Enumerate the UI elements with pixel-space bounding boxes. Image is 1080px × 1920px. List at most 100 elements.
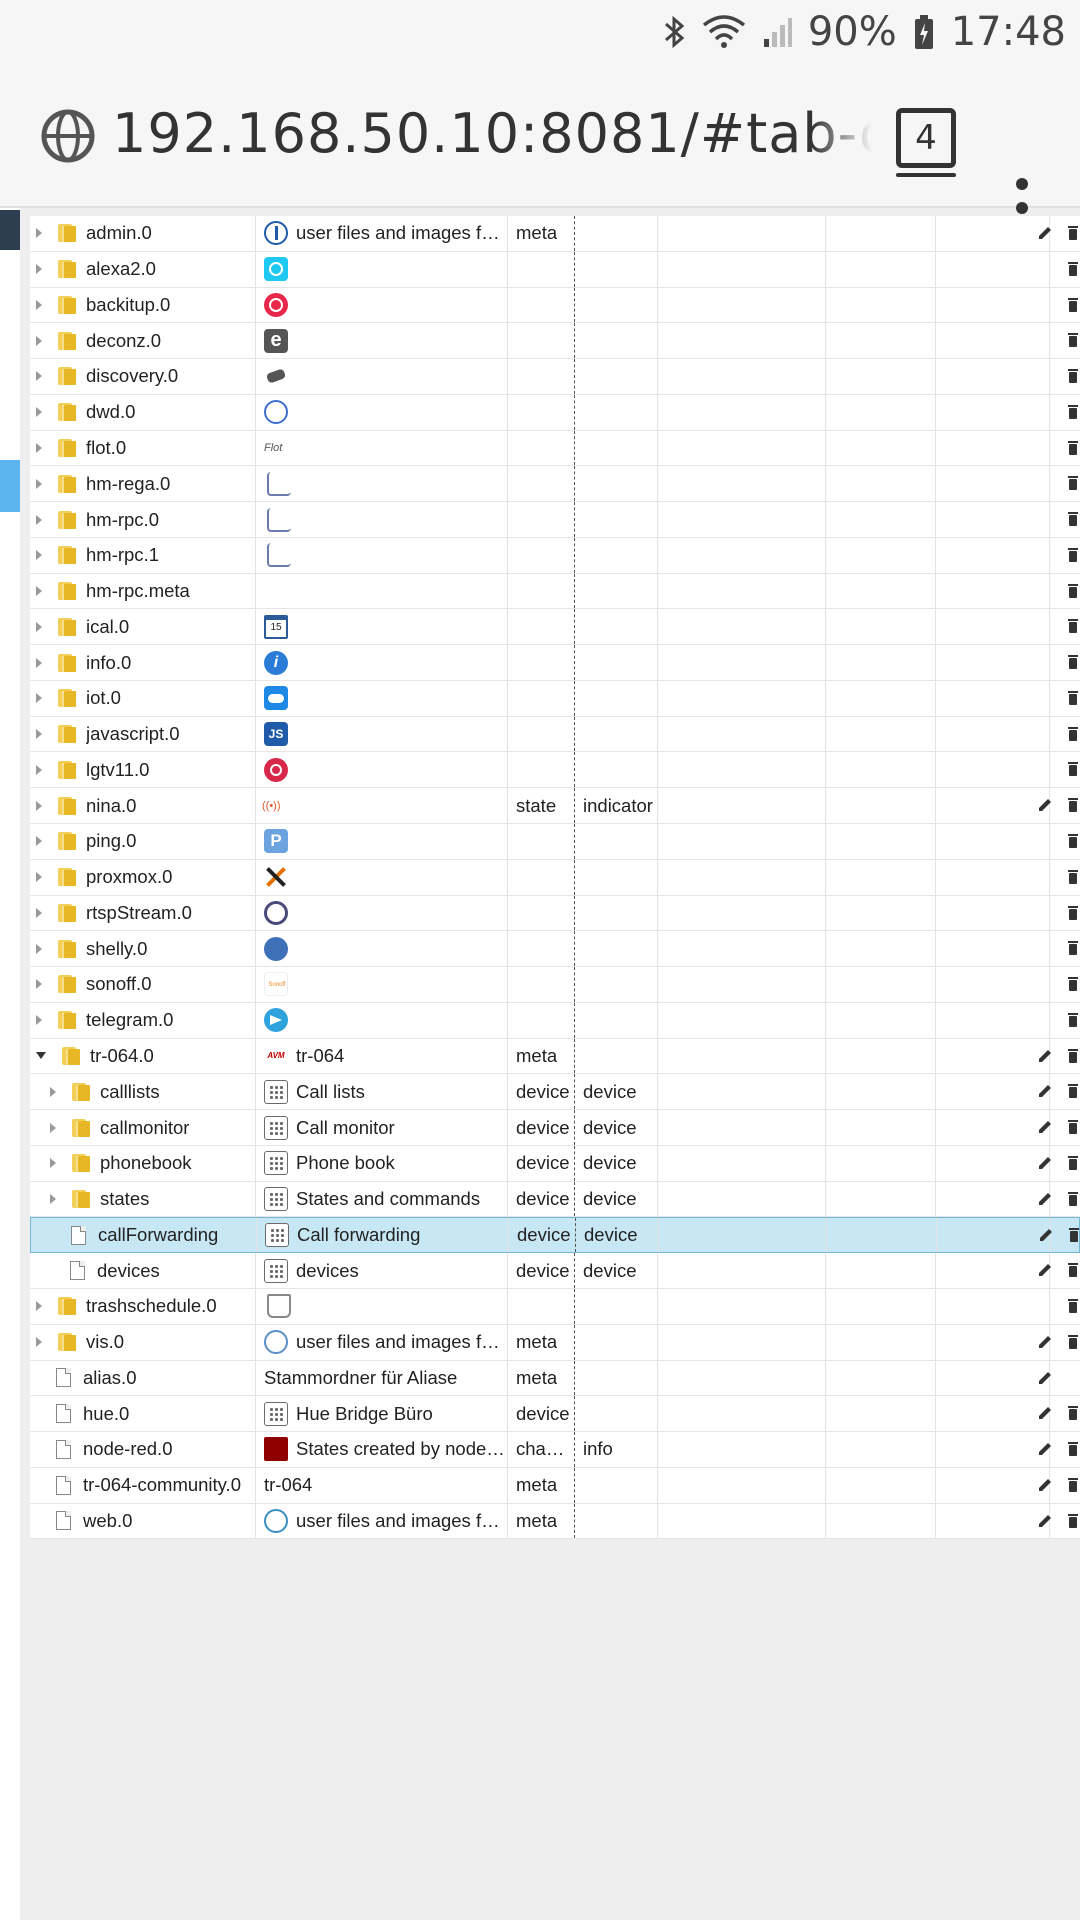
delete-icon[interactable] xyxy=(1064,1476,1080,1494)
table-row[interactable]: discovery.0 xyxy=(30,359,1080,395)
delete-icon[interactable] xyxy=(1064,1440,1080,1458)
tree-cell[interactable]: vis.0 xyxy=(30,1324,256,1360)
tree-cell[interactable]: web.0 xyxy=(30,1503,256,1539)
tree-cell[interactable]: callForwarding xyxy=(31,1218,257,1253)
table-row[interactable]: ping.0 xyxy=(30,824,1080,860)
edit-icon[interactable] xyxy=(1036,1512,1054,1530)
tree-cell[interactable]: dwd.0 xyxy=(30,394,256,430)
expand-toggle-icon[interactable] xyxy=(50,1086,56,1097)
expand-toggle-icon[interactable] xyxy=(36,729,42,740)
tree-cell[interactable]: flot.0 xyxy=(30,430,256,466)
delete-icon[interactable] xyxy=(1064,439,1080,457)
tree-cell[interactable]: rtspStream.0 xyxy=(30,895,256,931)
tree-cell[interactable]: tr-064.0 xyxy=(30,1038,256,1074)
url-field[interactable]: 192.168.50.10:8081/#tab-object xyxy=(112,102,872,170)
table-row[interactable]: backitup.0 xyxy=(30,287,1080,324)
tree-cell[interactable]: telegram.0 xyxy=(30,1002,256,1038)
table-row[interactable]: hm-rpc.1 xyxy=(30,537,1080,574)
tree-cell[interactable]: alias.0 xyxy=(30,1360,256,1396)
delete-icon[interactable] xyxy=(1064,1261,1080,1279)
expand-toggle-icon[interactable] xyxy=(36,1337,42,1348)
tree-cell[interactable]: javascript.0 xyxy=(30,716,256,752)
expand-toggle-icon[interactable] xyxy=(36,299,42,310)
expand-toggle-icon[interactable] xyxy=(36,1301,42,1312)
edit-icon[interactable] xyxy=(1036,224,1054,242)
tree-cell[interactable]: ping.0 xyxy=(30,824,256,859)
tree-cell[interactable]: devices xyxy=(30,1253,256,1288)
table-row[interactable]: proxmox.0 xyxy=(30,859,1080,896)
delete-icon[interactable] xyxy=(1064,653,1080,671)
delete-icon[interactable] xyxy=(1064,1118,1080,1136)
expand-toggle-icon[interactable] xyxy=(36,550,42,561)
delete-icon[interactable] xyxy=(1064,1297,1080,1315)
delete-icon[interactable] xyxy=(1064,1082,1080,1100)
edit-icon[interactable] xyxy=(1036,1404,1054,1422)
delete-icon[interactable] xyxy=(1064,1011,1080,1029)
delete-icon[interactable] xyxy=(1064,1047,1080,1065)
tree-cell[interactable]: node-red.0 xyxy=(30,1432,256,1467)
table-row[interactable]: hue.0 Hue Bridge Büro device xyxy=(30,1396,1080,1433)
tree-cell[interactable]: hm-rpc.0 xyxy=(30,502,256,537)
delete-icon[interactable] xyxy=(1064,904,1080,922)
table-row[interactable]: lgtv11.0 xyxy=(30,752,1080,789)
table-row[interactable]: tr-064-community.0 tr-064 meta xyxy=(30,1467,1080,1504)
expand-toggle-icon[interactable] xyxy=(36,657,42,668)
tree-cell[interactable]: alexa2.0 xyxy=(30,251,256,287)
delete-icon[interactable] xyxy=(1064,260,1080,278)
tree-cell[interactable]: calllists xyxy=(30,1074,256,1110)
expand-toggle-icon[interactable] xyxy=(36,228,42,239)
delete-icon[interactable] xyxy=(1064,1404,1080,1422)
edit-icon[interactable] xyxy=(1036,1047,1054,1065)
table-row[interactable]: deconz.0 xyxy=(30,323,1080,360)
table-row[interactable]: alias.0 Stammordner für Aliase meta xyxy=(30,1360,1080,1397)
delete-icon[interactable] xyxy=(1064,510,1080,528)
expand-toggle-icon[interactable] xyxy=(36,693,42,704)
expand-toggle-icon[interactable] xyxy=(50,1158,56,1169)
table-row[interactable]: web.0 user files and images for web meta xyxy=(30,1503,1080,1540)
delete-icon[interactable] xyxy=(1064,796,1080,814)
expand-toggle-icon[interactable] xyxy=(36,478,42,489)
expand-toggle-icon[interactable] xyxy=(36,872,42,883)
delete-icon[interactable] xyxy=(1064,975,1080,993)
table-row[interactable]: info.0 xyxy=(30,645,1080,681)
edit-icon[interactable] xyxy=(1036,796,1054,814)
table-row[interactable]: iot.0 xyxy=(30,680,1080,717)
tree-cell[interactable]: callmonitor xyxy=(30,1110,256,1145)
expand-toggle-icon[interactable] xyxy=(36,1015,42,1026)
tree-cell[interactable]: shelly.0 xyxy=(30,931,256,967)
expand-toggle-icon[interactable] xyxy=(36,442,42,453)
delete-icon[interactable] xyxy=(1064,403,1080,421)
table-row[interactable]: rtspStream.0 xyxy=(30,895,1080,932)
tree-cell[interactable]: backitup.0 xyxy=(30,287,256,323)
expand-toggle-icon[interactable] xyxy=(36,586,42,597)
expand-toggle-icon[interactable] xyxy=(36,335,42,346)
delete-icon[interactable] xyxy=(1064,760,1080,778)
edit-icon[interactable] xyxy=(1037,1226,1055,1244)
tree-cell[interactable]: sonoff.0 xyxy=(30,967,256,1002)
edit-icon[interactable] xyxy=(1036,1082,1054,1100)
table-row[interactable]: trashschedule.0 xyxy=(30,1288,1080,1325)
expand-toggle-icon[interactable] xyxy=(36,407,42,418)
delete-icon[interactable] xyxy=(1064,331,1080,349)
sidebar-active-marker[interactable] xyxy=(0,460,20,512)
expand-toggle-icon[interactable] xyxy=(36,514,42,525)
expand-toggle-icon[interactable] xyxy=(36,264,42,275)
collapse-toggle-icon[interactable] xyxy=(36,1052,46,1060)
table-row[interactable]: ical.0 xyxy=(30,609,1080,646)
tree-cell[interactable]: nina.0 xyxy=(30,788,256,824)
edit-icon[interactable] xyxy=(1036,1190,1054,1208)
expand-toggle-icon[interactable] xyxy=(36,979,42,990)
tree-cell[interactable]: deconz.0 xyxy=(30,323,256,359)
delete-icon[interactable] xyxy=(1064,1154,1080,1172)
tree-cell[interactable]: iot.0 xyxy=(30,680,256,716)
table-row[interactable]: states States and commands device device xyxy=(30,1181,1080,1218)
tree-cell[interactable]: hue.0 xyxy=(30,1396,256,1432)
expand-toggle-icon[interactable] xyxy=(36,371,42,382)
table-row[interactable]: hm-rega.0 xyxy=(30,466,1080,503)
expand-toggle-icon[interactable] xyxy=(36,907,42,918)
edit-icon[interactable] xyxy=(1036,1369,1054,1387)
delete-icon[interactable] xyxy=(1065,1226,1080,1244)
table-row[interactable]: hm-rpc.0 xyxy=(30,502,1080,538)
table-row[interactable]: telegram.0 xyxy=(30,1002,1080,1039)
expand-toggle-icon[interactable] xyxy=(36,764,42,775)
